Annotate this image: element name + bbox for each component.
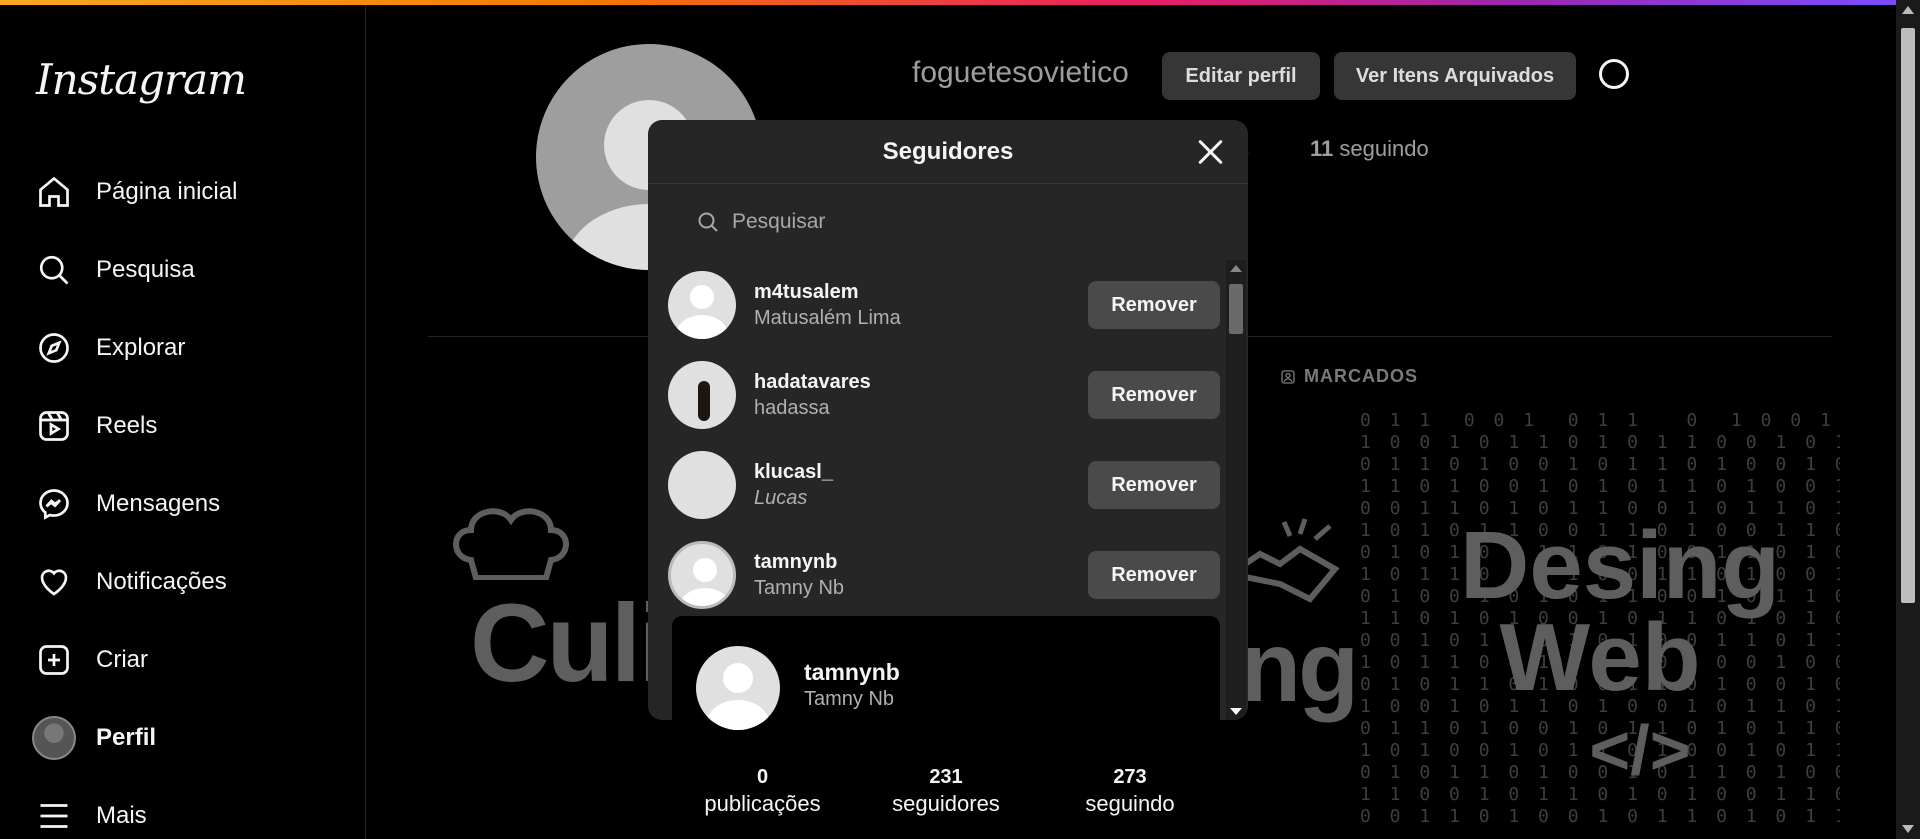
menu-icon	[30, 792, 78, 839]
stat-value: 0	[756, 766, 769, 788]
scrollbar-thumb[interactable]	[1229, 284, 1243, 334]
tab-tagged[interactable]: MARCADOS	[1280, 366, 1418, 387]
sidebar-item-explore[interactable]: Explorar	[30, 318, 350, 378]
hover-card-username[interactable]: tamnynb	[804, 658, 900, 686]
modal-header: Seguidores	[648, 120, 1248, 184]
stat-label: seguindo	[1085, 791, 1175, 816]
sidebar-item-more[interactable]: Mais	[30, 786, 350, 839]
avatar[interactable]	[668, 541, 736, 609]
following-value: 11	[1310, 136, 1334, 161]
gear-icon[interactable]	[1596, 56, 1632, 92]
code-tag-icon: </>	[1589, 711, 1691, 789]
stat-followers[interactable]: 231 seguidores	[876, 764, 1016, 818]
post-desing-web[interactable]: 0 1 1 0 0 1 0 1 1 0 1 0 0 1 0 1 0 0 1 1 …	[1360, 410, 1840, 830]
avatar[interactable]	[668, 451, 736, 519]
follower-full-name: Tamny Nb	[754, 577, 845, 599]
page-scrollbar[interactable]	[1896, 0, 1920, 839]
follower-username[interactable]: klucasl_	[754, 459, 1088, 485]
tab-tagged-label: MARCADOS	[1304, 366, 1418, 386]
profile-hover-card[interactable]: tamnynb Tamny Nb	[672, 616, 1220, 730]
follower-full-name: Lucas	[754, 487, 808, 509]
sidebar-item-profile[interactable]: Perfil	[30, 708, 350, 768]
followers-search[interactable]	[696, 202, 1196, 242]
scroll-down-arrow[interactable]	[1230, 708, 1242, 715]
hover-card-full-name: Tamny Nb	[804, 688, 895, 710]
reels-icon	[30, 402, 78, 450]
follower-username[interactable]: hadatavares	[754, 369, 1088, 395]
sidebar-item-messages[interactable]: Mensagens	[30, 474, 350, 534]
scroll-down-arrow[interactable]	[1902, 825, 1914, 833]
sidebar-item-notifications[interactable]: Notificações	[30, 552, 350, 612]
followers-scrollbar[interactable]	[1226, 260, 1246, 720]
search-input[interactable]	[732, 210, 1132, 234]
sidebar-item-label: Criar	[96, 646, 148, 673]
sidebar-item-label: Perfil	[96, 724, 157, 751]
close-button[interactable]	[1192, 134, 1228, 170]
following-label: seguindo	[1339, 136, 1429, 161]
avatar	[32, 716, 76, 760]
post-marketing-text: ng	[1240, 611, 1359, 723]
sidebar-item-create[interactable]: Criar	[30, 630, 350, 690]
stat-posts: 0 publicações	[690, 764, 835, 818]
avatar[interactable]	[668, 271, 736, 339]
sidebar-item-label: Pesquisa	[96, 256, 195, 283]
plus-square-icon	[30, 636, 78, 684]
follower-full-name: Matusalém Lima	[754, 307, 901, 329]
sidebar-item-label: Mensagens	[96, 490, 221, 517]
sidebar-item-label: Mais	[96, 802, 147, 829]
heart-icon	[30, 558, 78, 606]
avatar[interactable]	[668, 361, 736, 429]
scrollbar-thumb[interactable]	[1901, 28, 1915, 603]
list-item: hadatavares hadassa Remover	[668, 350, 1220, 440]
remove-button[interactable]: Remover	[1088, 461, 1220, 509]
follower-username[interactable]: m4tusalem	[754, 279, 1088, 305]
edit-profile-button[interactable]: Editar perfil	[1162, 52, 1320, 100]
list-item: tamnynb Tamny Nb Remover	[668, 530, 1220, 620]
home-icon	[30, 168, 78, 216]
chef-hat-icon	[453, 508, 569, 580]
profile-username: foguetesovietico	[912, 56, 1129, 89]
scroll-up-arrow[interactable]	[1230, 265, 1242, 272]
instagram-logo[interactable]: Instagram	[36, 55, 247, 104]
stat-label: seguidores	[892, 791, 1000, 816]
sidebar-item-label: Página inicial	[96, 178, 238, 205]
post-marketing[interactable]: ng	[1222, 510, 1360, 723]
post-desing-line2: Web	[1499, 604, 1701, 711]
stat-value: 231	[929, 766, 963, 788]
sidebar-item-reels[interactable]: Reels	[30, 396, 350, 456]
search-icon	[30, 246, 78, 294]
archived-items-button[interactable]: Ver Itens Arquivados	[1334, 52, 1576, 100]
avatar[interactable]	[696, 646, 780, 730]
follower-full-name: hadassa	[754, 397, 830, 419]
sidebar-item-label: Explorar	[96, 334, 186, 361]
tag-user-icon	[1281, 369, 1295, 384]
stat-following[interactable]: 273 seguindo	[1070, 764, 1190, 818]
following-count[interactable]: 11 seguindo	[1310, 136, 1429, 162]
sidebar-item-search[interactable]: Pesquisa	[30, 240, 350, 300]
follower-username[interactable]: tamnynb	[754, 549, 1088, 575]
search-icon	[698, 212, 718, 232]
scroll-up-arrow[interactable]	[1902, 6, 1914, 14]
modal-title: Seguidores	[882, 137, 1014, 165]
sidebar: Instagram Página inicial Pesquisa Explor…	[0, 5, 366, 839]
list-item: klucasl_ Lucas Remover	[668, 440, 1220, 530]
post-desing-web-text: Desing Web </>	[1460, 518, 1780, 796]
stat-value: 273	[1113, 766, 1147, 788]
remove-button[interactable]: Remover	[1088, 371, 1220, 419]
sidebar-item-label: Reels	[96, 412, 158, 439]
compass-icon	[30, 324, 78, 372]
messenger-icon	[30, 480, 78, 528]
post-desing-line1: Desing	[1460, 512, 1781, 619]
sidebar-item-home[interactable]: Página inicial	[30, 162, 350, 222]
stat-label: publicações	[704, 791, 821, 816]
remove-button[interactable]: Remover	[1088, 281, 1220, 329]
list-item: m4tusalem Matusalém Lima Remover	[668, 260, 1220, 350]
remove-button[interactable]: Remover	[1088, 551, 1220, 599]
sidebar-item-label: Notificações	[96, 568, 227, 595]
